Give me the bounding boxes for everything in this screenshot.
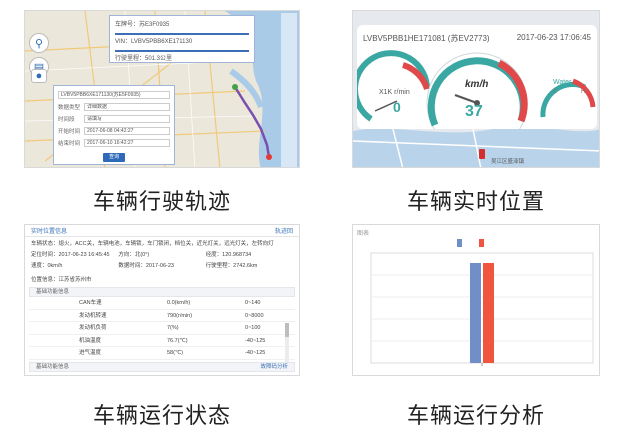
table-row: 发动机转速 790(r/min) 0~8000	[29, 310, 295, 322]
time-range-select[interactable]: 请填写	[84, 115, 170, 123]
analysis-chart	[370, 239, 594, 366]
status-cell: 行驶里程：2742.6km	[205, 263, 258, 269]
start-marker-icon	[232, 84, 238, 90]
vehicle-state-line: 车辆状态：熄火，ACC关，车辆电池，车辆锁，车门锁闭，档位关，近光灯关，远光灯关…	[31, 241, 274, 247]
status-panel: 实时位置信息 轨迹回 车辆状态：熄火，ACC关，车辆电池，车辆锁，车门锁闭，档位…	[24, 224, 300, 376]
param-name: 发动机负荷	[79, 325, 107, 331]
status-cell: 定位时间：2017-06-23 16:45:45	[31, 252, 110, 258]
gauge-card: LVBV5PBB1HE171081 (苏EV2773) 2017-06-23 1…	[357, 25, 597, 129]
param-value: 58(℃)	[167, 350, 183, 356]
form-label: 时间段	[58, 117, 75, 123]
rpm-gauge	[357, 50, 430, 122]
map-place-label: 吴江区盛泽镇	[491, 159, 525, 165]
trajectory-link[interactable]: 轨迹回	[275, 226, 293, 235]
footer-bar: 基础功能信息 故障码分析	[29, 362, 295, 372]
plot-area	[370, 252, 594, 364]
speed-unit: km/h	[465, 79, 489, 90]
legend-swatch	[479, 239, 484, 247]
status-grid: 定位时间：2017-06-23 16:45:45 方向：北(0°) 经度：120…	[25, 249, 299, 273]
data-type-select[interactable]: 详细数据	[84, 103, 170, 111]
realtime-panel: LVBV5PBB1HE171081 (苏EV2773) 2017-06-23 1…	[352, 10, 600, 168]
location-icon[interactable]: ●	[31, 69, 47, 83]
analysis-caption: 车辆运行分析	[406, 404, 545, 429]
search-icon[interactable]: ⚲	[29, 33, 49, 53]
water-high-label: H	[581, 89, 586, 95]
divider	[115, 33, 249, 35]
water-low-label: C	[553, 89, 558, 95]
legend-swatch	[457, 239, 462, 247]
water-label: Water	[553, 79, 572, 86]
rpm-value: 0	[393, 99, 401, 115]
bar	[483, 263, 494, 363]
param-value: 0.0(km/h)	[167, 300, 191, 306]
status-cell: 数据时间：2017-06-23	[118, 263, 174, 269]
speed-value: 37	[465, 103, 483, 120]
table-row: CAN车速 0.0(km/h) 0~140	[29, 297, 295, 310]
footer-label: 基础功能信息	[36, 364, 70, 370]
mileage-text: 行驶里程：501.3公里	[115, 56, 173, 62]
trajectory-query-form: LVBV5PBB6XE171130(苏E5F0935) 数据类型 详细数据 时间…	[53, 85, 175, 165]
param-range: 0~8000	[245, 312, 264, 319]
end-marker-icon	[266, 154, 272, 160]
trajectory-panel: ⚲ ▤ ● 车牌号：苏E3F0935 VIN：LVBV5PBB6XE171130…	[24, 10, 300, 168]
plate-text: 车牌号：苏E3F0935	[115, 22, 170, 28]
form-label: 数据类型	[58, 105, 81, 111]
trajectory-caption: 车辆行驶轨迹	[92, 190, 231, 215]
table-row: 进气温度 58(℃) -40~125	[29, 347, 295, 360]
form-label: 结束时间	[58, 141, 81, 147]
status-caption: 车辆运行状态	[92, 404, 231, 429]
vin-text: VIN：LVBV5PBB6XE171130	[115, 39, 193, 45]
status-cell: 速度：0km/h	[31, 263, 63, 269]
param-value: 76.7(℃)	[167, 337, 188, 344]
param-value: 790(r/min)	[167, 312, 193, 319]
end-time-field[interactable]: 2017-06-10 16:42:27	[84, 139, 170, 147]
realtime-caption: 车辆实时位置	[406, 190, 545, 215]
param-name: 发动机转速	[79, 312, 107, 319]
form-label: 开始时间	[58, 129, 81, 135]
param-value: 7(%)	[167, 325, 179, 331]
status-table: CAN车速 0.0(km/h) 0~140 发动机转速 790(r/min) 0…	[29, 297, 295, 360]
status-cell: 经度：120.968734	[205, 252, 252, 258]
param-name: CAN车速	[79, 300, 102, 306]
analysis-panel: 图表	[352, 224, 600, 376]
bar	[470, 263, 481, 363]
divider	[115, 50, 249, 52]
rpm-unit: X1K r/min	[379, 89, 410, 96]
start-time-field[interactable]: 2017-06-08 04:42:27	[84, 127, 170, 135]
table-scrollbar[interactable]	[285, 323, 289, 363]
query-button[interactable]: 查询	[103, 153, 125, 162]
fault-code-link[interactable]: 故障码分析	[260, 363, 288, 371]
param-range: 0~140	[245, 300, 261, 306]
vehicle-info-card: 车牌号：苏E3F0935 VIN：LVBV5PBB6XE171130 行驶里程：…	[109, 15, 255, 63]
vehicle-select[interactable]: LVBV5PBB6XE171130(苏E5F0935)	[58, 91, 170, 99]
sub-header: 基础功能信息	[29, 287, 295, 297]
status-cell: 方向：北(0°)	[118, 252, 150, 258]
status-header: 实时位置信息	[31, 229, 68, 235]
table-row: 机油温度 76.7(℃) -40~125	[29, 335, 295, 347]
location-line: 位置信息：江苏省苏州市	[31, 277, 92, 283]
water-gauge	[540, 78, 596, 118]
param-name: 进气温度	[79, 350, 102, 356]
vehicle-marker-icon	[479, 149, 485, 159]
table-row: 发动机负荷 7(%) 0~100	[29, 322, 295, 335]
param-name: 机油温度	[79, 337, 102, 344]
